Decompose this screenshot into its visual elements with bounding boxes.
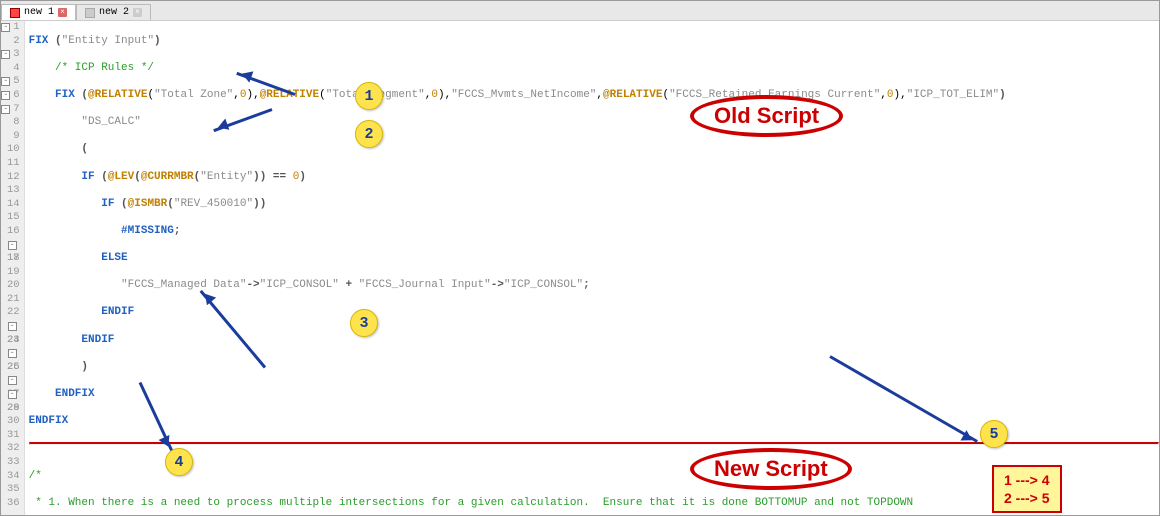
tab-label: new 2: [99, 7, 129, 18]
divider: [29, 442, 1159, 445]
tab-bar: new 1 × new 2 ×: [1, 1, 1159, 21]
line-gutter: -1 2 -3 4 -5 -6 -7 8 9 10 11 12 13 14 15…: [1, 21, 25, 515]
file-icon: [85, 8, 95, 18]
editor-window: new 1 × new 2 × -1 2 -3 4 -5 -6 -7 8 9 1…: [0, 0, 1160, 516]
tab-new-1[interactable]: new 1 ×: [1, 4, 76, 20]
tab-new-2[interactable]: new 2 ×: [76, 4, 151, 20]
file-icon: [10, 8, 20, 18]
tab-label: new 1: [24, 7, 54, 18]
close-icon[interactable]: ×: [58, 8, 67, 17]
code-area[interactable]: FIX ("Entity Input") /* ICP Rules */ FIX…: [25, 21, 1159, 515]
code-editor[interactable]: -1 2 -3 4 -5 -6 -7 8 9 10 11 12 13 14 15…: [1, 21, 1159, 515]
close-icon[interactable]: ×: [133, 8, 142, 17]
